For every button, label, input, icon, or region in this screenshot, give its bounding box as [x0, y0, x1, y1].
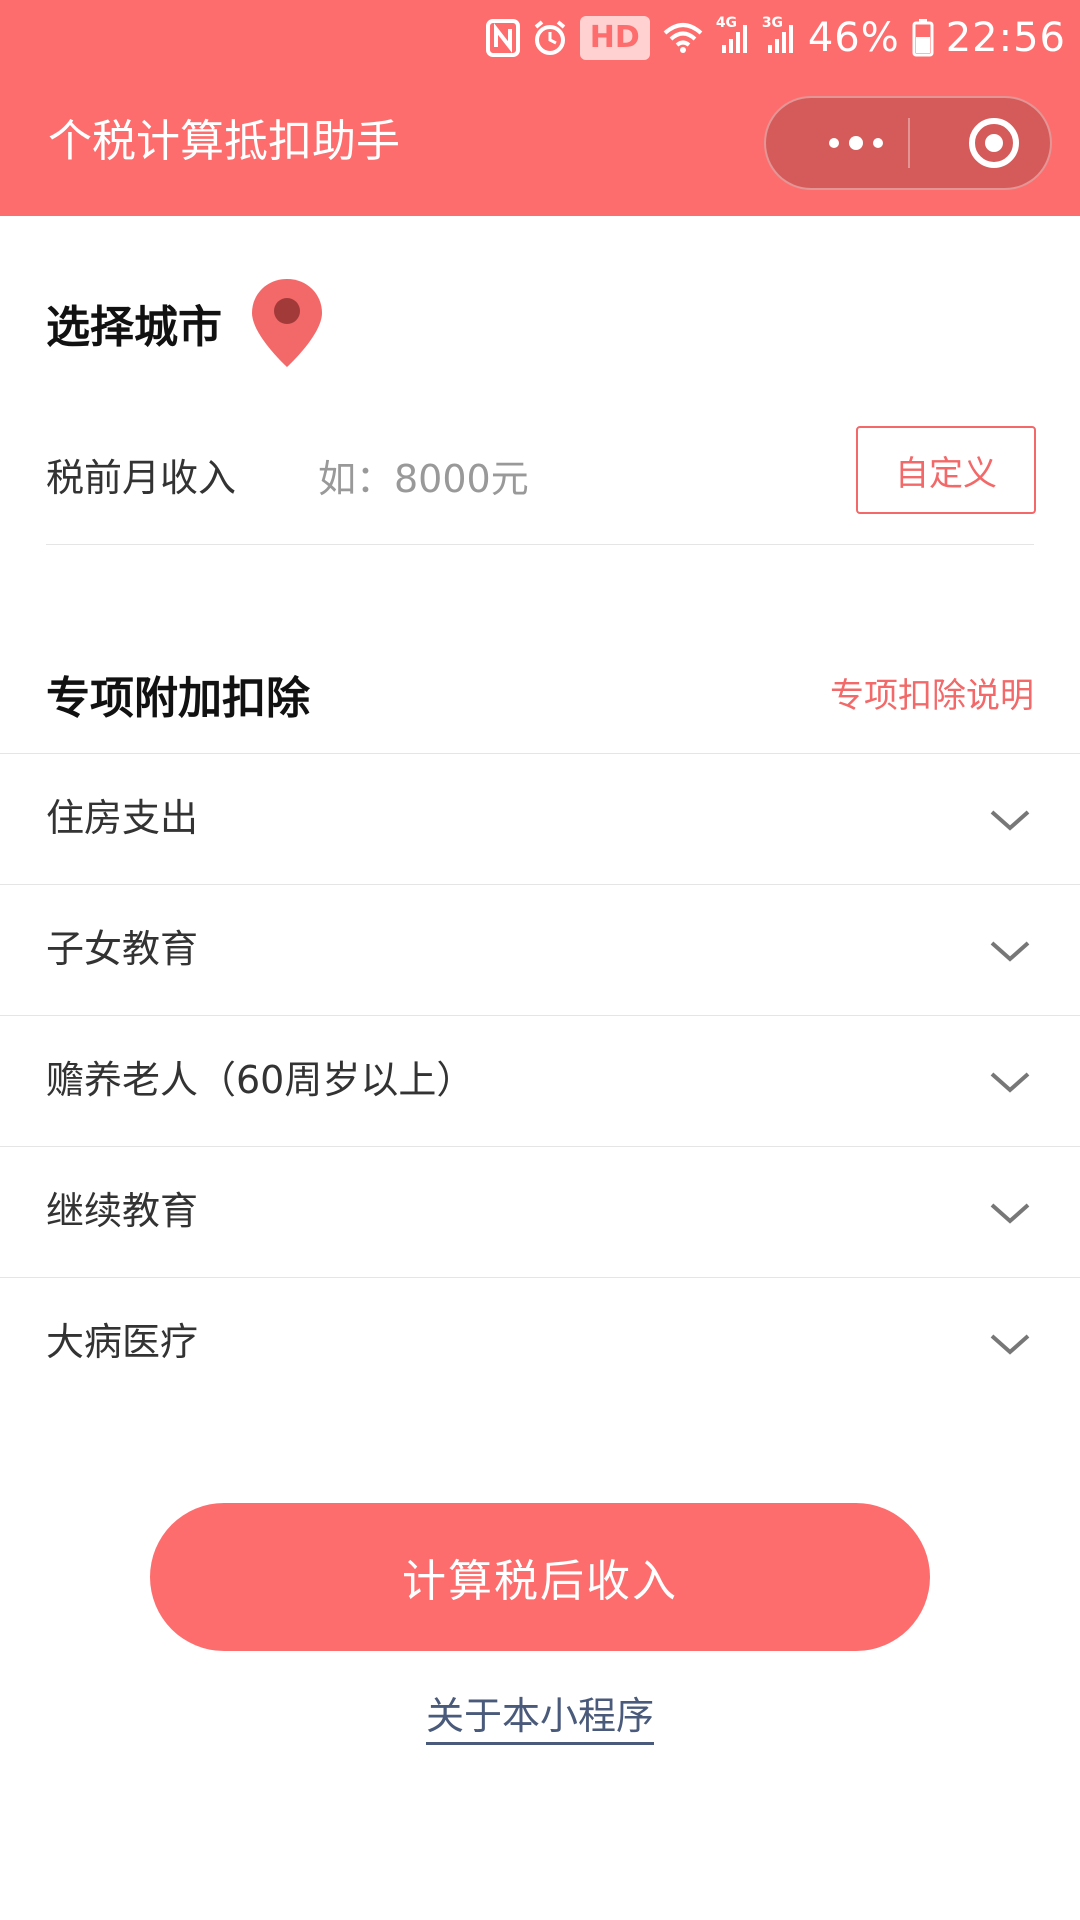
- calculate-button[interactable]: 计算税后收入: [150, 1503, 930, 1651]
- about-link[interactable]: 关于本小程序: [425, 1694, 654, 1745]
- hd-badge: HD: [579, 16, 650, 60]
- chevron-down-icon: [990, 1072, 1030, 1093]
- deduction-item-label: 子女教育: [46, 927, 199, 971]
- mini-program-capsule: [764, 96, 1052, 190]
- about-link-row: 关于本小程序: [0, 1685, 1080, 1745]
- signal-4g-label: 4G: [715, 15, 738, 31]
- city-selector[interactable]: 选择城市: [46, 268, 324, 378]
- deduction-item-housing[interactable]: 住房支出: [0, 753, 1080, 884]
- clock: 22:56: [945, 15, 1066, 61]
- close-target-icon[interactable]: [954, 98, 1034, 188]
- chevron-down-icon: [990, 810, 1030, 831]
- status-bar: HD 4G 3G 46% 22:56: [0, 0, 1080, 76]
- deduction-item-medical[interactable]: 大病医疗: [0, 1277, 1080, 1408]
- signal-3g-label: 3G: [761, 15, 784, 31]
- battery-percent: 46%: [807, 15, 900, 61]
- chevron-down-icon: [990, 1334, 1030, 1355]
- chevron-down-icon: [990, 1203, 1030, 1224]
- deductions-header: 专项附加扣除 专项扣除说明: [46, 646, 1034, 736]
- deductions-title: 专项附加扣除: [46, 673, 310, 724]
- income-label: 税前月收入: [46, 456, 237, 500]
- deduction-item-label: 赡养老人（60周岁以上）: [46, 1058, 475, 1102]
- income-row: 税前月收入 自定义: [46, 418, 1036, 545]
- location-pin-icon[interactable]: [250, 277, 324, 369]
- city-label: 选择城市: [46, 302, 222, 353]
- app-header: HD 4G 3G 46% 22:56 个税计算抵扣助手: [0, 0, 1080, 216]
- deduction-item-elderly-support[interactable]: 赡养老人（60周岁以上）: [0, 1015, 1080, 1146]
- deduction-item-continuing-education[interactable]: 继续教育: [0, 1146, 1080, 1277]
- custom-button[interactable]: 自定义: [856, 426, 1036, 514]
- capsule-divider: [908, 118, 910, 168]
- deductions-list: 住房支出 子女教育 赡养老人（60周岁以上） 继续教育 大病医疗: [0, 753, 1080, 1408]
- signal-3g-icon: 3G: [762, 15, 796, 55]
- battery-icon: [912, 19, 934, 57]
- deduction-item-label: 住房支出: [46, 796, 199, 840]
- chevron-down-icon: [990, 941, 1030, 962]
- deduction-item-label: 大病医疗: [46, 1320, 199, 1364]
- more-icon[interactable]: [806, 98, 906, 188]
- status-icons: HD 4G 3G 46% 22:56: [485, 8, 1066, 68]
- nfc-icon: [485, 19, 520, 57]
- deduction-item-children-education[interactable]: 子女教育: [0, 884, 1080, 1015]
- wifi-icon: [662, 21, 704, 55]
- income-input[interactable]: [316, 446, 820, 512]
- alarm-icon: [532, 19, 568, 57]
- page-title: 个税计算抵扣助手: [48, 116, 400, 167]
- deductions-help-link[interactable]: 专项扣除说明: [830, 668, 1034, 717]
- signal-4g-icon: 4G: [716, 15, 750, 55]
- deduction-item-label: 继续教育: [46, 1189, 199, 1233]
